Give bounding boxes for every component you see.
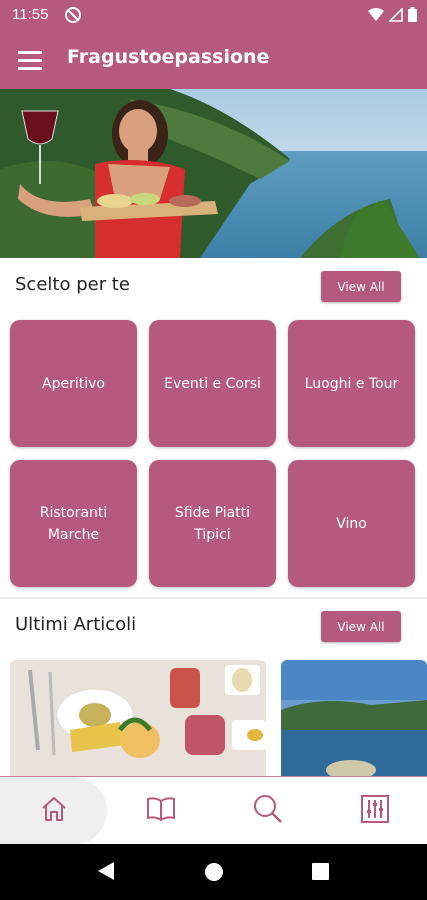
picked-view-all-button[interactable]: View All — [321, 271, 401, 302]
filter-settings-icon — [360, 794, 390, 828]
category-tile-luoghi-tour[interactable]: Luoghi e Tour — [288, 320, 415, 447]
system-navigation-bar — [0, 844, 427, 900]
wifi-icon — [368, 7, 384, 26]
article-card-food[interactable] — [10, 660, 266, 778]
nav-search[interactable] — [214, 777, 321, 845]
articles-view-all-button[interactable]: View All — [321, 611, 401, 642]
search-icon — [252, 793, 284, 829]
status-time: 11:55 — [12, 6, 49, 23]
nav-articles[interactable] — [107, 777, 214, 845]
battery-icon — [408, 7, 417, 26]
category-tile-sfide-piatti-tipici[interactable]: Sfide Piatti Tipici — [149, 460, 276, 587]
category-tile-eventi-corsi[interactable]: Eventi e Corsi — [149, 320, 276, 447]
hamburger-menu-icon[interactable] — [18, 46, 48, 74]
app-bar: Fragustoepassione — [0, 32, 427, 89]
nav-home[interactable] — [0, 777, 107, 845]
no-disturb-icon — [64, 6, 82, 28]
category-grid: Aperitivo Eventi e Corsi Luoghi e Tour R… — [10, 320, 417, 587]
book-icon — [145, 794, 177, 828]
nav-filters[interactable] — [321, 777, 427, 845]
back-icon[interactable] — [96, 860, 116, 886]
picked-section-title: Scelto per te — [15, 274, 130, 295]
hero-image — [0, 89, 427, 258]
recents-icon[interactable] — [312, 863, 329, 884]
article-card-coast[interactable] — [281, 660, 427, 778]
home-button-icon[interactable] — [204, 862, 224, 886]
bottom-navigation — [0, 776, 427, 845]
app-title: Fragustoepassione — [67, 46, 270, 68]
category-tile-vino[interactable]: Vino — [288, 460, 415, 587]
articles-section-title: Ultimi Articoli — [15, 614, 137, 635]
home-icon — [39, 794, 69, 828]
category-tile-aperitivo[interactable]: Aperitivo — [10, 320, 137, 447]
status-bar: 11:55 — [0, 0, 427, 32]
signal-icon — [388, 7, 403, 26]
category-tile-ristoranti-marche[interactable]: Ristoranti Marche — [10, 460, 137, 587]
section-divider — [0, 597, 427, 599]
